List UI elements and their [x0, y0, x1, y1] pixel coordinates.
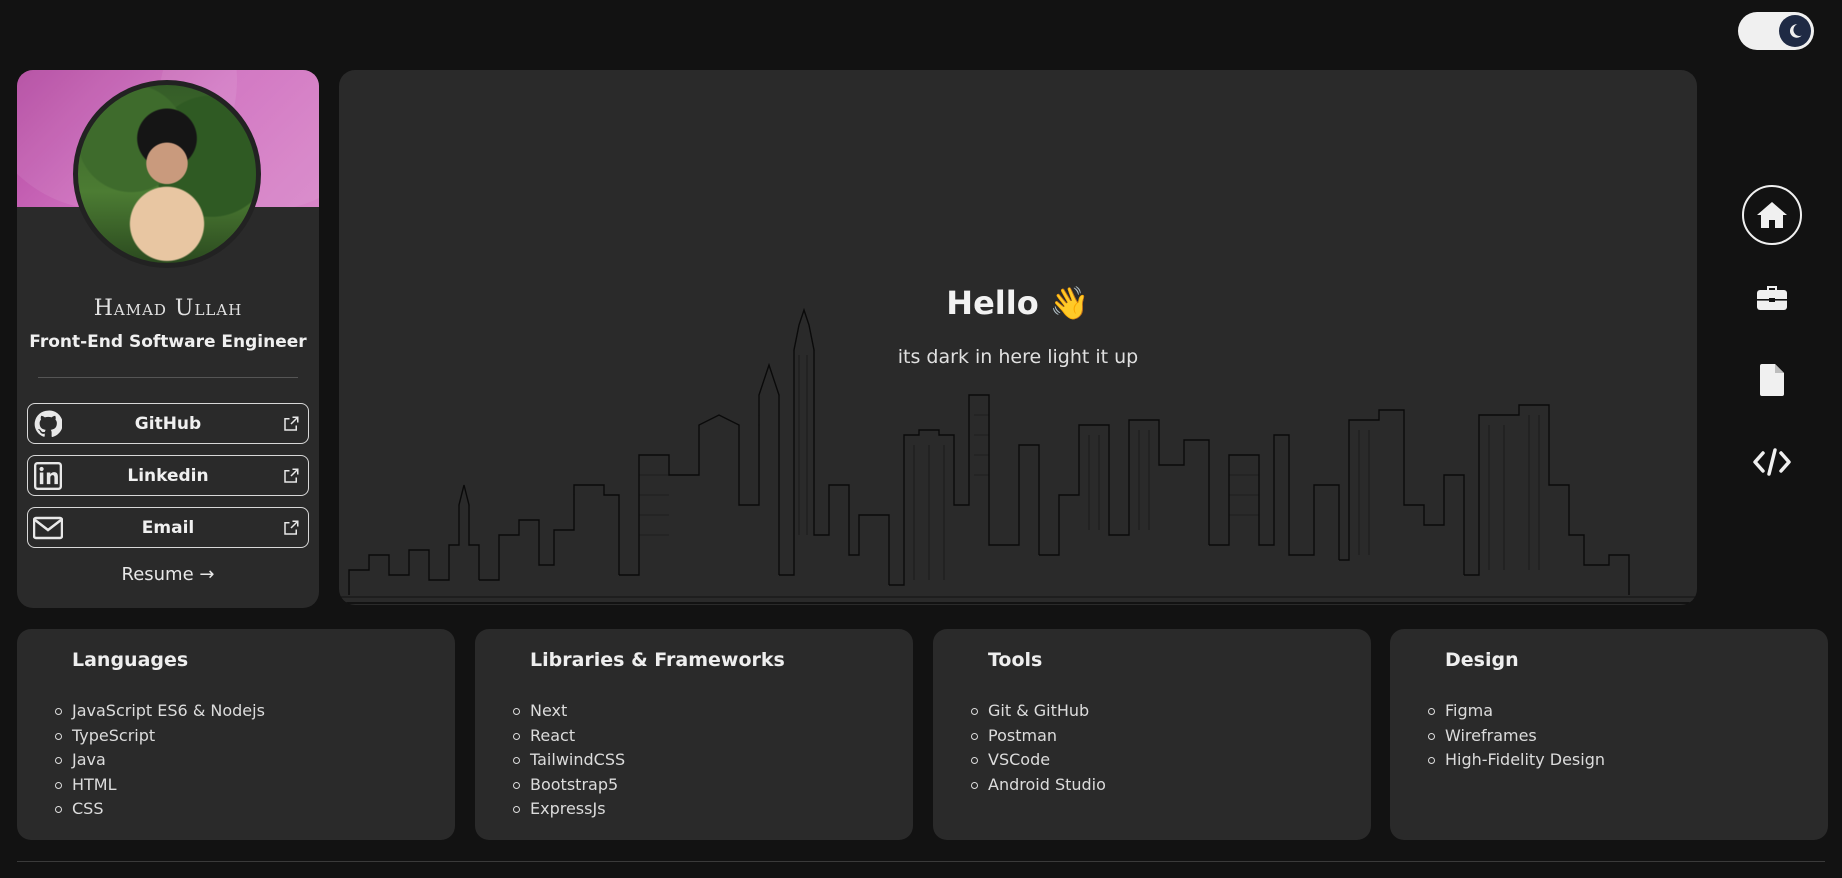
profile-card: Hamad Ullah Front-End Software Engineer … — [17, 70, 319, 608]
footer-divider — [17, 861, 1825, 862]
card-title: Libraries & Frameworks — [530, 649, 785, 671]
list-item: Wireframes — [1428, 724, 1605, 749]
list-item: HTML — [55, 773, 265, 798]
theme-toggle[interactable] — [1738, 12, 1814, 50]
skills-list: Figma Wireframes High-Fidelity Design — [1428, 699, 1605, 773]
hero-panel: Hello 👋 its dark in here light it up — [339, 70, 1697, 605]
external-link-icon — [282, 415, 300, 433]
skills-card-libraries: Libraries & Frameworks Next React Tailwi… — [475, 629, 913, 840]
list-item: High-Fidelity Design — [1428, 748, 1605, 773]
divider — [38, 377, 298, 378]
skills-card-tools: Tools Git & GitHub Postman VSCode Androi… — [933, 629, 1371, 840]
skills-list: JavaScript ES6 & Nodejs TypeScript Java … — [55, 699, 265, 822]
avatar — [73, 80, 261, 268]
nav-resume[interactable] — [1742, 350, 1802, 410]
list-item: Git & GitHub — [971, 699, 1106, 724]
list-item: Next — [512, 699, 625, 724]
skills-card-design: Design Figma Wireframes High-Fidelity De… — [1390, 629, 1828, 840]
github-link-button[interactable]: GitHub — [27, 403, 309, 444]
list-item: React — [512, 724, 625, 749]
code-icon — [1753, 448, 1791, 476]
linkedin-link-button[interactable]: Linkedin — [27, 455, 309, 496]
card-title: Tools — [988, 649, 1043, 671]
moon-icon — [1779, 15, 1811, 47]
list-item: Figma — [1428, 699, 1605, 724]
list-item: VSCode — [971, 748, 1106, 773]
linkedin-link-label: Linkedin — [127, 465, 209, 486]
github-icon — [33, 409, 63, 439]
list-item: TypeScript — [55, 724, 265, 749]
skills-card-languages: Languages JavaScript ES6 & Nodejs TypeSc… — [17, 629, 455, 840]
document-icon — [1760, 364, 1784, 396]
list-item: CSS — [55, 797, 265, 822]
github-link-label: GitHub — [134, 413, 202, 434]
hero-subtitle: its dark in here light it up — [897, 346, 1139, 368]
home-icon — [1757, 202, 1787, 228]
list-item: Bootstrap5 — [512, 773, 625, 798]
nav-home[interactable] — [1742, 185, 1802, 245]
list-item: Java — [55, 748, 265, 773]
email-link-button[interactable]: Email — [27, 507, 309, 548]
card-title: Languages — [72, 649, 189, 671]
resume-link[interactable]: Resume → — [17, 564, 319, 585]
nav-experience[interactable] — [1742, 268, 1802, 328]
list-item: Android Studio — [971, 773, 1106, 798]
list-item: Postman — [971, 724, 1106, 749]
external-link-icon — [282, 519, 300, 537]
nav-projects[interactable] — [1742, 432, 1802, 492]
list-item: JavaScript ES6 & Nodejs — [55, 699, 265, 724]
hero-greeting: Hello 👋 — [946, 284, 1090, 322]
profile-name: Hamad Ullah — [93, 296, 243, 321]
linkedin-icon — [33, 461, 63, 491]
card-title: Design — [1445, 649, 1519, 671]
list-item: TailwindCSS — [512, 748, 625, 773]
skills-list: Git & GitHub Postman VSCode Android Stud… — [971, 699, 1106, 798]
briefcase-icon — [1757, 286, 1787, 310]
list-item: ExpressJs — [512, 797, 625, 822]
external-link-icon — [282, 467, 300, 485]
email-link-label: Email — [141, 517, 195, 538]
email-icon — [33, 513, 63, 543]
profile-title: Front-End Software Engineer — [29, 332, 307, 352]
skills-list: Next React TailwindCSS Bootstrap5 Expres… — [512, 699, 625, 822]
